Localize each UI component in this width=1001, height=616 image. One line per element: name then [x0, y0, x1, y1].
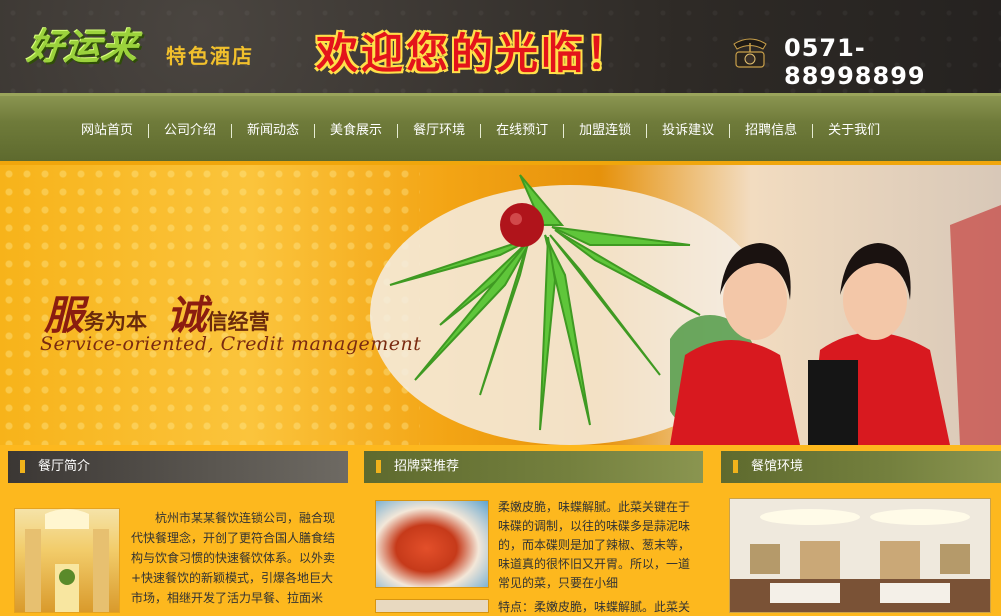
dishes-section-title: 招牌菜推荐 — [394, 459, 460, 474]
lobby-picture — [25, 509, 109, 612]
banner-slogan-en: Service-oriented, Credit management — [40, 333, 422, 355]
bullet-icon — [20, 460, 25, 473]
signature-dish-image[interactable] — [375, 500, 489, 588]
nav-item-environment[interactable]: 餐厅环境 — [398, 124, 482, 138]
bullet-icon — [376, 460, 381, 473]
telephone-icon — [733, 38, 767, 68]
site-header: 好运来 特色酒店 欢迎您的光临！ 0571-88998899 — [0, 0, 1001, 93]
site-logo-subtitle: 特色酒店 — [166, 44, 254, 68]
slogan-text-credit: 信经营 — [206, 309, 270, 334]
nav-item-home[interactable]: 网站首页 — [66, 124, 150, 138]
nav-item-booking[interactable]: 在线预订 — [481, 124, 565, 138]
nav-list: 网站首页 公司介绍 新闻动态 美食展示 餐厅环境 在线预订 加盟连锁 投诉建议 … — [66, 124, 895, 138]
environment-section-title: 餐馆环境 — [751, 459, 804, 474]
site-logo[interactable]: 好运来 — [25, 18, 141, 70]
dish-description: 柔嫩皮脆，味蝶解腻。此菜关键在于味碟的调制，以往的味碟多是蒜泥味的，而本碟则是加… — [498, 500, 691, 590]
welcome-banner-text: 欢迎您的光临！ — [316, 29, 632, 78]
hostesses-image — [670, 205, 1001, 445]
nav-item-franchise[interactable]: 加盟连锁 — [564, 124, 648, 138]
intro-paragraph: 杭州市某某餐饮连锁公司，融合现代快餐理念，开创了更符合国人膳食结构与饮食习惯的快… — [131, 511, 336, 605]
hero-banner: 服务为本 诚信经营 Service-oriented, Credit manag… — [0, 165, 1001, 445]
slogan-char-credit: 诚 — [166, 292, 207, 339]
intro-section-header: 餐厅简介 — [8, 451, 348, 483]
slogan-text-service: 务为本 — [84, 309, 147, 334]
restaurant-environment-image[interactable] — [729, 498, 991, 613]
slogan-char-service: 服 — [44, 292, 84, 339]
main-navigation: 网站首页 公司介绍 新闻动态 美食展示 餐厅环境 在线预订 加盟连锁 投诉建议 … — [0, 93, 1001, 161]
phone-number: 0571-88998899 — [784, 34, 926, 90]
intro-section-title: 餐厅简介 — [38, 459, 91, 474]
nav-item-about[interactable]: 关于我们 — [813, 124, 895, 138]
dishes-section-header: 招牌菜推荐 — [364, 451, 703, 483]
environment-section-header: 餐馆环境 — [721, 451, 1001, 483]
nav-item-news[interactable]: 新闻动态 — [232, 124, 316, 138]
nav-item-company[interactable]: 公司介绍 — [149, 124, 233, 138]
bullet-icon — [733, 460, 738, 473]
dining-room-picture — [730, 499, 990, 612]
nav-item-feedback[interactable]: 投诉建议 — [647, 124, 731, 138]
nav-item-food[interactable]: 美食展示 — [315, 124, 399, 138]
restaurant-lobby-image[interactable] — [14, 508, 120, 613]
nav-item-jobs[interactable]: 招聘信息 — [730, 124, 814, 138]
dish-description-2: 特点：柔嫩皮脆，味蝶解腻。此菜关 — [498, 600, 691, 614]
